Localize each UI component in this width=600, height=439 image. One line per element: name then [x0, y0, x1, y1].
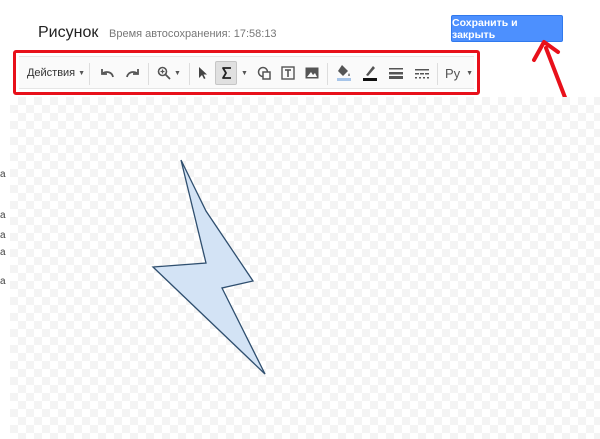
actions-menu-button[interactable]: Действия ▼ — [26, 61, 86, 85]
lightning-bolt-shape[interactable] — [10, 97, 600, 439]
edge-text: а — [0, 169, 6, 180]
edge-text: а — [0, 247, 6, 258]
line-color-icon — [363, 66, 377, 81]
edge-text: а — [0, 276, 6, 287]
text-box-button[interactable] — [277, 61, 299, 85]
zoom-icon — [157, 66, 171, 80]
drawing-canvas[interactable] — [10, 97, 600, 439]
fill-color-icon — [337, 65, 351, 81]
actions-menu-label: Действия — [26, 67, 76, 79]
toolbar-divider — [189, 63, 190, 85]
undo-button[interactable] — [96, 61, 120, 85]
fill-color-button[interactable] — [333, 61, 355, 85]
dialog-title: Рисунок — [38, 24, 99, 41]
toolbar-divider — [148, 63, 149, 85]
shape-icon — [257, 66, 271, 80]
font-menu-label: Ру — [444, 65, 461, 81]
toolbar-divider — [89, 63, 90, 85]
toolbar-divider — [327, 63, 328, 85]
line-weight-icon — [389, 68, 403, 79]
undo-icon — [101, 69, 114, 78]
edge-text: а — [0, 230, 6, 241]
zoom-button[interactable]: ▼ — [153, 61, 185, 85]
line-color-button[interactable] — [359, 61, 381, 85]
drawing-dialog: Рисунок Время автосохранения: 17:58:13 С… — [8, 0, 600, 439]
chevron-down-icon: ▼ — [174, 69, 181, 77]
text-box-icon — [281, 66, 295, 80]
font-menu-button[interactable]: Ру ▼ — [441, 61, 477, 85]
line-tool-button[interactable] — [215, 61, 237, 85]
autosave-status: Время автосохранения: 17:58:13 — [109, 28, 277, 40]
line-weight-button[interactable] — [385, 61, 407, 85]
line-dash-icon — [415, 69, 429, 79]
chevron-down-icon: ▼ — [241, 69, 248, 77]
image-icon — [305, 67, 319, 79]
chevron-down-icon: ▼ — [78, 69, 86, 77]
chevron-down-icon: ▼ — [466, 69, 474, 77]
image-button[interactable] — [301, 61, 323, 85]
redo-icon — [126, 69, 139, 78]
redo-button[interactable] — [120, 61, 144, 85]
toolbar-divider — [437, 63, 438, 85]
line-tool-icon — [222, 67, 231, 79]
edge-text: а — [0, 210, 6, 221]
select-button[interactable] — [192, 61, 214, 85]
drawing-toolbar: Действия ▼ ▼ ▼ Ру ▼ — [13, 50, 480, 95]
line-tool-dropdown[interactable]: ▼ — [237, 61, 249, 85]
select-arrow-icon — [199, 67, 207, 79]
line-dash-button[interactable] — [411, 61, 433, 85]
shape-button[interactable] — [253, 61, 275, 85]
annotation-arrow-icon — [532, 40, 568, 102]
